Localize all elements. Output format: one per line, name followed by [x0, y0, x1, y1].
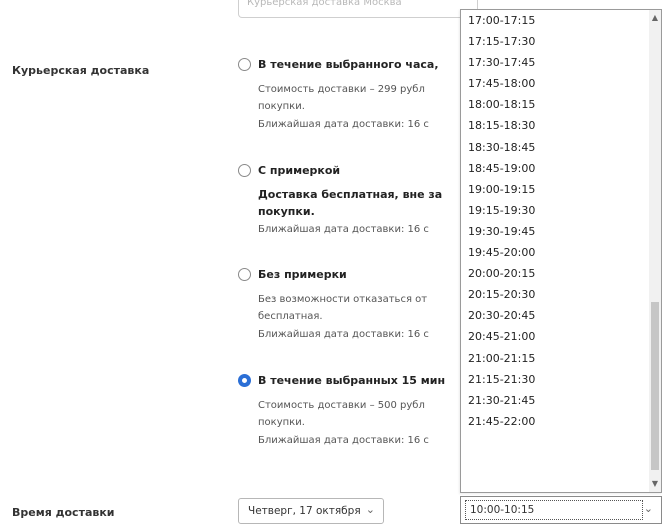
- option-price: Стоимость доставки – 299 рубл: [258, 84, 425, 95]
- delivery-time-label: Время доставки: [12, 506, 115, 519]
- option-no-fitting[interactable]: Без примерки Без возможности отказаться …: [238, 268, 468, 358]
- option-fitting[interactable]: С примеркой Доставка бесплатная, вне за …: [238, 164, 468, 254]
- option-title: Без примерки: [258, 268, 347, 281]
- time-slot-option[interactable]: 17:45-18:00: [461, 73, 661, 94]
- option-note: покупки.: [258, 417, 305, 428]
- dropdown-scrollbar[interactable]: ▲ ▼: [649, 10, 661, 492]
- time-slot-dropdown[interactable]: 17:00-17:15 17:15-17:30 17:30-17:45 17:45-1…: [460, 9, 662, 493]
- time-slot-option[interactable]: 18:00-18:15: [461, 94, 661, 115]
- time-select[interactable]: 10:00-10:15 ⌄: [460, 496, 662, 524]
- scroll-down-arrow-icon[interactable]: ▼: [649, 478, 661, 490]
- time-slot-option[interactable]: 20:45-21:00: [461, 326, 661, 347]
- time-slot-option[interactable]: 21:45-22:00: [461, 411, 661, 432]
- option-price: Без возможности отказаться от: [258, 294, 428, 305]
- chevron-down-icon: ⌄: [643, 502, 653, 515]
- option-title: В течение выбранных 15 мин: [258, 374, 446, 387]
- time-slot-option[interactable]: 18:15-18:30: [461, 115, 661, 136]
- time-slot-option[interactable]: 19:15-19:30: [461, 200, 661, 221]
- radio-hourly[interactable]: [238, 58, 251, 71]
- option-hourly[interactable]: В течение выбранного часа, Стоимость дос…: [238, 58, 468, 148]
- address-field[interactable]: Курьерская доставка Москва: [238, 0, 478, 18]
- time-select-value: 10:00-10:15: [470, 504, 535, 516]
- time-slot-list: 17:00-17:15 17:15-17:30 17:30-17:45 17:45-1…: [461, 10, 661, 432]
- time-slot-option[interactable]: 18:30-18:45: [461, 137, 661, 158]
- time-slot-option[interactable]: 20:15-20:30: [461, 284, 661, 305]
- time-slot-option[interactable]: 21:00-21:15: [461, 348, 661, 369]
- option-title: С примеркой: [258, 164, 341, 177]
- option-15min[interactable]: В течение выбранных 15 мин Стоимость дос…: [238, 374, 468, 464]
- option-date: Ближайшая дата доставки: 16 с: [258, 224, 429, 235]
- date-select[interactable]: Четверг, 17 октября ⌄: [238, 498, 384, 524]
- courier-delivery-label: Курьерская доставка: [12, 64, 150, 77]
- option-note: бесплатная.: [258, 311, 323, 322]
- option-date: Ближайшая дата доставки: 16 с: [258, 329, 429, 340]
- option-date: Ближайшая дата доставки: 16 с: [258, 435, 429, 446]
- option-price: Доставка бесплатная, вне за: [258, 188, 443, 201]
- time-slot-option[interactable]: 19:30-19:45: [461, 221, 661, 242]
- time-slot-option[interactable]: 17:30-17:45: [461, 52, 661, 73]
- radio-fitting[interactable]: [238, 164, 251, 177]
- date-select-value: Четверг, 17 октября: [248, 505, 361, 517]
- time-slot-option[interactable]: 20:30-20:45: [461, 305, 661, 326]
- radio-15min[interactable]: [238, 374, 251, 387]
- option-note: покупки.: [258, 101, 305, 112]
- option-title: В течение выбранного часа,: [258, 58, 439, 71]
- time-slot-option[interactable]: 21:30-21:45: [461, 390, 661, 411]
- time-slot-option[interactable]: 17:00-17:15: [461, 10, 661, 31]
- scroll-thumb[interactable]: [651, 302, 659, 470]
- time-slot-option[interactable]: 17:15-17:30: [461, 31, 661, 52]
- chevron-down-icon: ⌄: [365, 503, 375, 516]
- time-slot-option[interactable]: 20:00-20:15: [461, 263, 661, 284]
- time-slot-option[interactable]: 19:45-20:00: [461, 242, 661, 263]
- time-slot-option[interactable]: 19:00-19:15: [461, 179, 661, 200]
- time-slot-option[interactable]: 21:15-21:30: [461, 369, 661, 390]
- option-note: покупки.: [258, 205, 315, 218]
- option-date: Ближайшая дата доставки: 16 с: [258, 119, 429, 130]
- option-price: Стоимость доставки – 500 рубл: [258, 400, 425, 411]
- radio-no-fitting[interactable]: [238, 268, 251, 281]
- scroll-up-arrow-icon[interactable]: ▲: [649, 12, 661, 24]
- time-slot-option[interactable]: 18:45-19:00: [461, 158, 661, 179]
